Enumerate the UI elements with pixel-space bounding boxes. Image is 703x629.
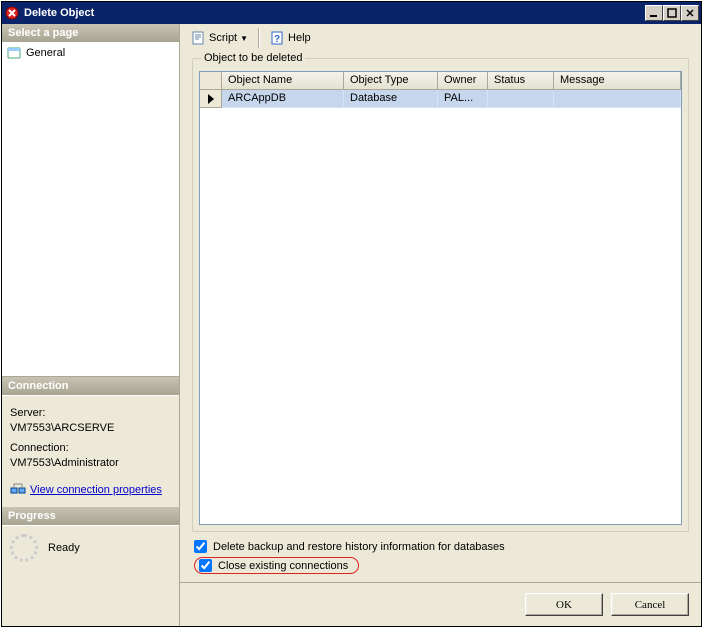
page-item-general[interactable]: General xyxy=(2,43,179,63)
right-panel: Script ▼ ? Help Object to be deleted Obj… xyxy=(180,24,701,626)
delete-backup-label: Delete backup and restore history inform… xyxy=(213,541,505,553)
delete-backup-check-row: Delete backup and restore history inform… xyxy=(194,538,687,555)
connection-body: Server: VM7553\ARCSERVE Connection: VM75… xyxy=(2,396,179,507)
cell-name: ARCAppDB xyxy=(222,90,344,108)
table-row[interactable]: ARCAppDB Database PAL... xyxy=(200,90,681,108)
server-label: Server: xyxy=(10,406,171,421)
view-connection-properties-link[interactable]: View connection properties xyxy=(30,483,162,498)
cell-owner: PAL... xyxy=(438,90,488,108)
close-connections-label: Close existing connections xyxy=(218,560,348,572)
progress-status: Ready xyxy=(48,542,80,554)
progress-header: Progress xyxy=(2,507,179,526)
cancel-button[interactable]: Cancel xyxy=(611,593,689,616)
window-title: Delete Object xyxy=(24,7,645,19)
page-list: General xyxy=(2,43,179,377)
toolbar-separator xyxy=(258,28,259,48)
close-connections-highlight: Close existing connections xyxy=(194,557,359,574)
delete-backup-checkbox[interactable] xyxy=(194,540,207,553)
options-area: Delete backup and restore history inform… xyxy=(180,536,701,582)
svg-text:?: ? xyxy=(274,34,280,45)
close-button[interactable] xyxy=(681,5,699,21)
progress-spinner-icon xyxy=(10,534,38,562)
col-header-message[interactable]: Message xyxy=(554,72,681,90)
delete-object-dialog: Delete Object Select a page General Conn… xyxy=(1,1,702,627)
groupbox-legend: Object to be deleted xyxy=(201,52,305,64)
connection-value: VM7553\Administrator xyxy=(10,456,171,471)
minimize-button[interactable] xyxy=(645,5,663,21)
grid-header: Object Name Object Type Owner Status Mes… xyxy=(200,72,681,90)
help-button[interactable]: ? Help xyxy=(265,28,315,48)
script-button[interactable]: Script ▼ xyxy=(186,28,252,48)
dialog-footer: OK Cancel xyxy=(180,582,701,626)
connection-label: Connection: xyxy=(10,441,171,456)
close-connections-checkbox[interactable] xyxy=(199,559,212,572)
connection-properties-icon xyxy=(10,480,26,501)
progress-body: Ready xyxy=(2,526,179,570)
page-item-label: General xyxy=(26,47,65,59)
col-header-type[interactable]: Object Type xyxy=(344,72,438,90)
left-panel: Select a page General Connection Server:… xyxy=(2,24,180,626)
grid-corner xyxy=(200,72,222,90)
close-connections-check-row: Close existing connections xyxy=(194,555,687,576)
script-label: Script xyxy=(209,32,237,44)
help-label: Help xyxy=(288,32,311,44)
delete-grid: Object Name Object Type Owner Status Mes… xyxy=(199,71,682,525)
select-page-header: Select a page xyxy=(2,24,179,43)
script-icon xyxy=(190,30,206,46)
connection-header: Connection xyxy=(2,377,179,396)
cell-message xyxy=(554,90,681,108)
object-groupbox: Object to be deleted Object Name Object … xyxy=(192,58,689,532)
chevron-down-icon: ▼ xyxy=(240,34,248,43)
page-icon xyxy=(6,45,22,61)
cell-type: Database xyxy=(344,90,438,108)
titlebar[interactable]: Delete Object xyxy=(2,2,701,24)
row-selector-icon[interactable] xyxy=(200,90,222,108)
help-icon: ? xyxy=(269,30,285,46)
maximize-button[interactable] xyxy=(663,5,681,21)
server-value: VM7553\ARCSERVE xyxy=(10,421,171,436)
window-controls xyxy=(645,5,699,21)
col-header-status[interactable]: Status xyxy=(488,72,554,90)
ok-button[interactable]: OK xyxy=(525,593,603,616)
col-header-owner[interactable]: Owner xyxy=(438,72,488,90)
delete-icon xyxy=(4,5,20,21)
cell-status xyxy=(488,90,554,108)
toolbar: Script ▼ ? Help xyxy=(180,24,701,52)
col-header-name[interactable]: Object Name xyxy=(222,72,344,90)
